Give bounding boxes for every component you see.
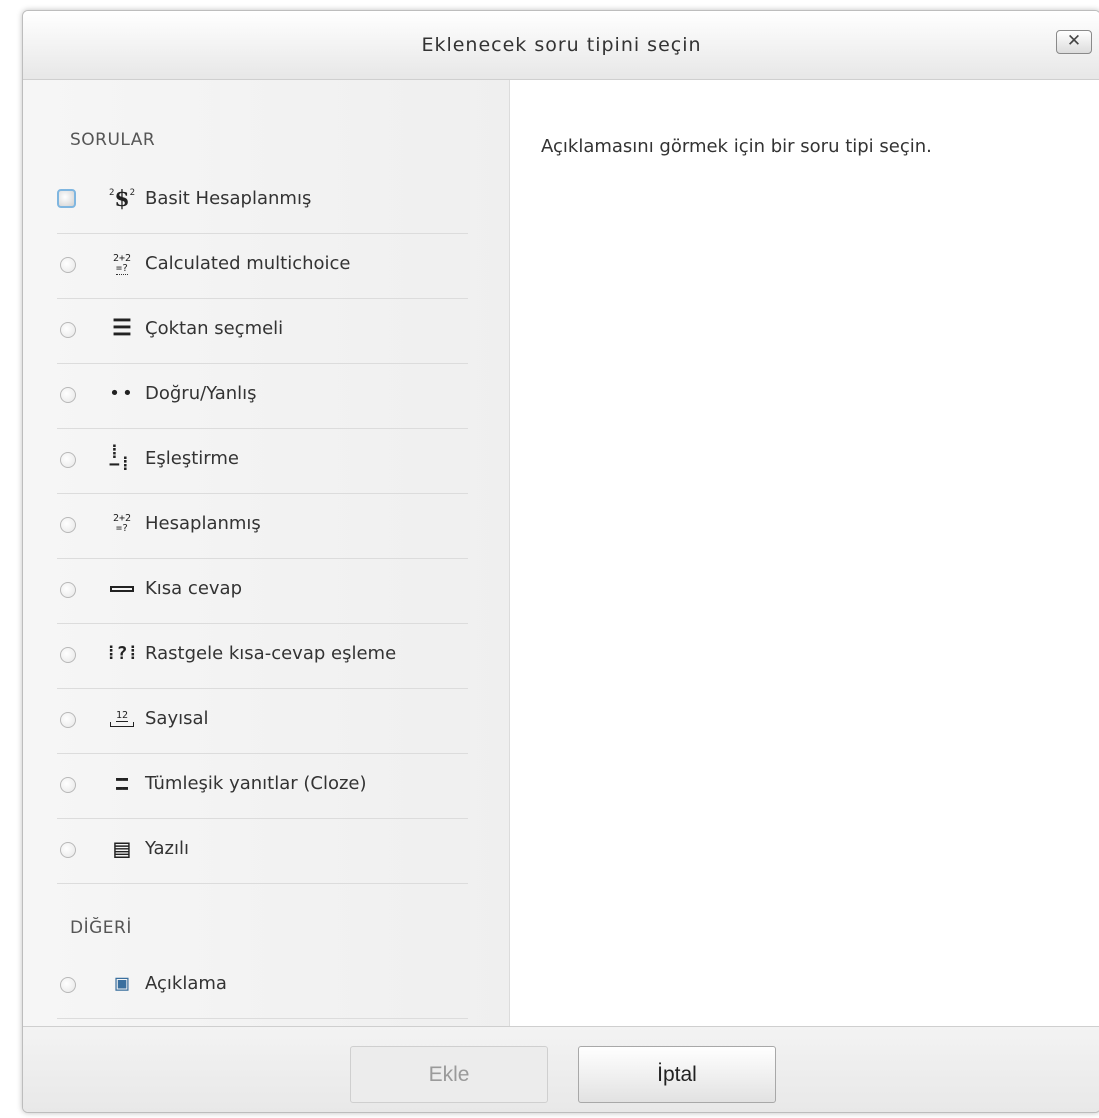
option-numerical[interactable]: 12 Sayısal [57,689,468,754]
truefalse-icon: •• [109,383,135,404]
simple-calculated-icon: 2 $ 2 [109,186,135,212]
section-label-questions: SORULAR [70,130,156,150]
option-multichoice[interactable]: ☰ Çoktan seçmeli [57,299,468,364]
section-label-other: DİĞERİ [70,918,132,938]
question-type-dialog: Eklenecek soru tipini seçin ✕ SORULAR 2 … [22,10,1099,1113]
dialog-header: Eklenecek soru tipini seçin ✕ [23,11,1099,80]
option-label: Basit Hesaplanmış [145,188,312,209]
multichoice-icon: ☰ [112,316,132,341]
numerical-icon: 12 [109,706,135,732]
radio-truefalse[interactable] [60,387,76,403]
calculated-multichoice-icon: 2+2 =? [112,252,132,275]
radio-description[interactable] [60,977,76,993]
option-shortanswer[interactable]: Kısa cevap [57,559,468,624]
option-label: Calculated multichoice [145,253,351,274]
option-label: Çoktan seçmeli [145,318,284,339]
option-label: Doğru/Yanlış [145,383,257,404]
radio-match[interactable] [60,452,76,468]
option-label: Açıklama [145,973,227,994]
radio-simple-calculated[interactable] [57,189,76,208]
close-icon: ✕ [1066,31,1082,51]
option-label: Sayısal [145,708,209,729]
match-icon: ⁞−⁞ [109,442,131,475]
option-label: Rastgele kısa-cevap eşleme [145,643,397,664]
radio-calculated-multichoice[interactable] [60,257,76,273]
calculated-icon: 2+2 =? [112,513,132,534]
radio-cloze[interactable] [60,777,76,793]
radio-calculated[interactable] [60,517,76,533]
option-match[interactable]: ⁞−⁞ Eşleştirme [57,429,468,494]
option-description[interactable]: ▣ Açıklama [57,954,468,1019]
option-random-shortanswer-match[interactable]: ⁞?⁞ Rastgele kısa-cevap eşleme [57,624,468,689]
radio-essay[interactable] [60,842,76,858]
option-calculated-multichoice[interactable]: 2+2 =? Calculated multichoice [57,234,468,299]
dialog-title: Eklenecek soru tipini seçin [421,34,702,56]
description-icon: ▣ [115,971,129,996]
radio-multichoice[interactable] [60,322,76,338]
random-shortanswer-match-icon: ⁞?⁞ [105,643,139,664]
option-essay[interactable]: ▤ Yazılı [57,819,468,884]
option-label: Eşleştirme [145,448,239,469]
question-type-list[interactable]: SORULAR 2 $ 2 Basit Hesaplanmış 2+2 =? C… [23,80,510,1026]
cloze-icon: ▬▬ ▬▬ [115,774,129,794]
cancel-button[interactable]: İptal [578,1046,776,1103]
option-simple-calculated[interactable]: 2 $ 2 Basit Hesaplanmış [57,169,468,234]
option-truefalse[interactable]: •• Doğru/Yanlış [57,364,468,429]
radio-numerical[interactable] [60,712,76,728]
radio-shortanswer[interactable] [60,582,76,598]
option-calculated[interactable]: 2+2 =? Hesaplanmış [57,494,468,559]
description-pane: Açıklamasını görmek için bir soru tipi s… [510,80,1099,1026]
page-background [0,0,24,1118]
option-cloze[interactable]: ▬▬ ▬▬ Tümleşik yanıtlar (Cloze) [57,754,468,819]
close-button[interactable]: ✕ [1056,30,1092,54]
essay-icon: ▤ [114,834,130,864]
dialog-footer: Ekle İptal [23,1026,1099,1112]
add-button[interactable]: Ekle [350,1046,548,1103]
radio-random-shortanswer-match[interactable] [60,647,76,663]
shortanswer-icon [109,576,135,602]
option-label: Tümleşik yanıtlar (Cloze) [145,773,367,794]
description-placeholder: Açıklamasını görmek için bir soru tipi s… [541,136,932,157]
option-label: Kısa cevap [145,578,243,599]
option-label: Hesaplanmış [145,513,261,534]
option-label: Yazılı [145,838,189,859]
